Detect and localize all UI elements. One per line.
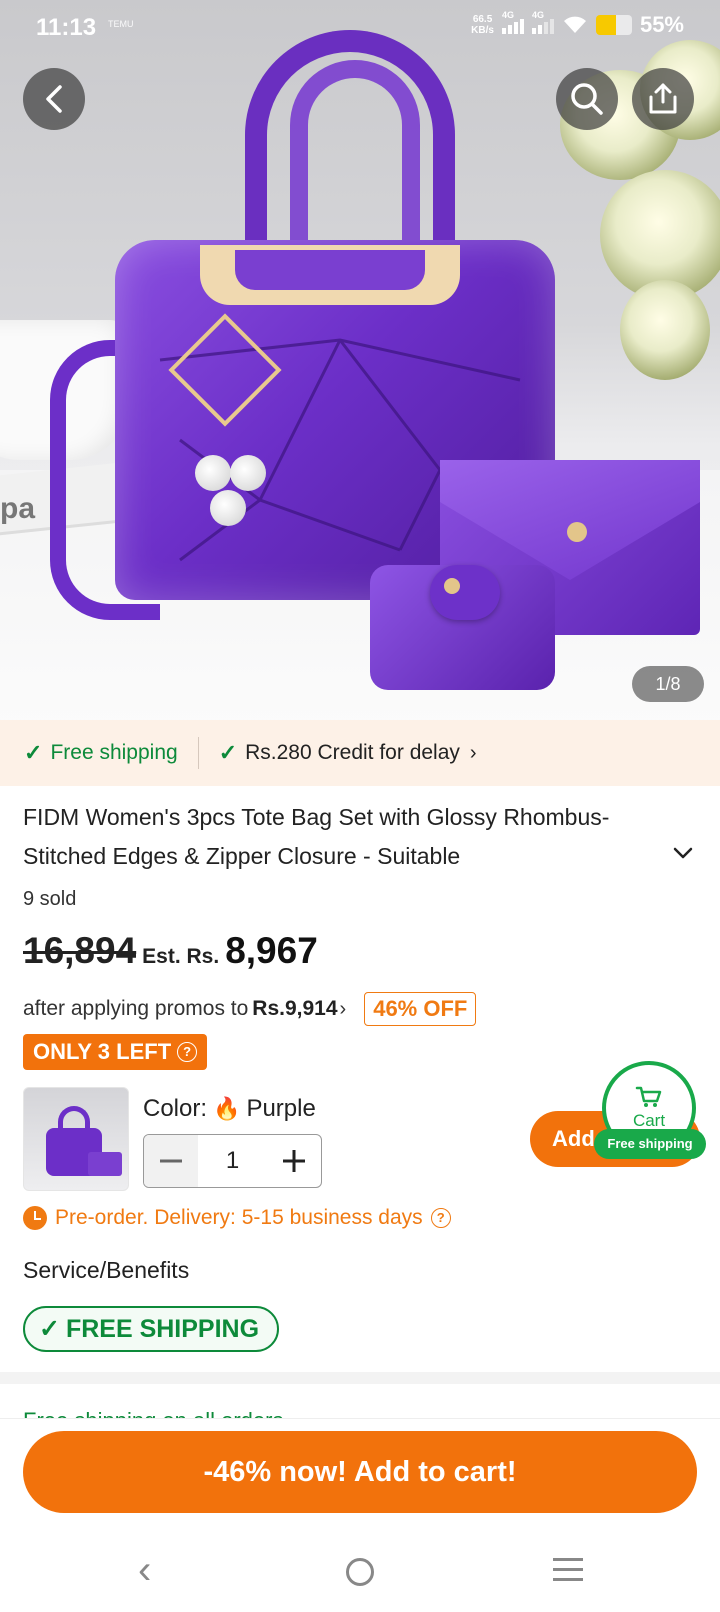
back-button[interactable] xyxy=(23,68,85,130)
expand-title-button[interactable] xyxy=(672,840,694,866)
status-time: 11:13 xyxy=(36,14,97,41)
free-shipping-badge-label: FREE SHIPPING xyxy=(65,1314,260,1343)
battery-icon xyxy=(595,15,632,35)
network-type-2: 4G xyxy=(531,10,544,20)
nav-menu-button[interactable] xyxy=(553,1558,583,1588)
check-icon: ✓ xyxy=(24,740,43,765)
promo-text: after applying promos to xyxy=(23,997,249,1020)
section-divider xyxy=(0,1372,720,1384)
cart-label: Cart xyxy=(632,1111,666,1130)
battery-percentage: 55% xyxy=(639,12,684,37)
discount-badge: 46% OFF xyxy=(364,992,477,1026)
plus-icon xyxy=(283,1150,305,1172)
variant-thumbnail[interactable] xyxy=(23,1087,129,1191)
minus-icon xyxy=(160,1159,182,1163)
divider xyxy=(197,737,199,769)
product-title[interactable]: FIDM Women's 3pcs Tote Bag Set with Glos… xyxy=(23,798,633,878)
original-price: 16,894 xyxy=(23,930,137,971)
system-navigation-bar: ‹ xyxy=(0,1528,720,1612)
service-title: Service/Benefits xyxy=(23,1257,190,1283)
wallet-button xyxy=(567,522,587,542)
price-row: 16,894 Est. Rs. 8,967 xyxy=(23,930,318,972)
sold-count: 9 sold xyxy=(23,888,77,910)
share-button[interactable] xyxy=(632,68,694,130)
back-arrow-icon xyxy=(46,85,62,113)
check-icon: ✓ xyxy=(39,1315,60,1343)
flame-icon: 🔥 xyxy=(213,1096,241,1121)
color-label: Color: xyxy=(143,1095,208,1122)
nav-back-button[interactable]: ‹ xyxy=(138,1550,151,1590)
card-holder-button xyxy=(444,578,460,594)
status-brand: TEMU xyxy=(108,19,134,29)
title-fade xyxy=(560,837,640,876)
stock-badge[interactable]: ONLY 3 LEFT ? xyxy=(23,1034,208,1070)
promo-price: Rs.9,914 xyxy=(252,997,338,1020)
delivery-text: Pre-order. Delivery: 5-15 business days xyxy=(55,1206,423,1229)
free-shipping-info: ✓ Free shipping xyxy=(24,740,178,766)
cart-free-shipping-badge: Free shipping xyxy=(594,1129,706,1159)
estimated-price-label: Est. Rs. xyxy=(142,945,220,968)
image-counter: 1/8 xyxy=(632,666,704,702)
wifi-icon xyxy=(563,16,586,33)
share-icon xyxy=(649,83,677,114)
bag-pompom xyxy=(210,490,246,526)
bag-pompom xyxy=(195,455,231,491)
network-speed-unit: KB/s xyxy=(471,25,494,36)
image-flower xyxy=(620,280,710,380)
add-to-cart-button[interactable]: -46% now! Add to cart! xyxy=(23,1431,697,1513)
promo-row[interactable]: after applying promos to Rs.9,914 › 46% … xyxy=(23,992,477,1026)
bag-pompom xyxy=(230,455,266,491)
network-type-1: 4G xyxy=(501,10,514,20)
signal-icon: 4G xyxy=(501,10,524,34)
chevron-down-icon xyxy=(673,847,693,859)
clock-icon xyxy=(23,1206,47,1230)
color-value: Purple xyxy=(246,1095,316,1122)
status-bar: 11:13 TEMU 66.5 KB/s 4G 4G 55% xyxy=(0,0,720,60)
thumbnail-wallet xyxy=(88,1152,122,1176)
delay-credit-link[interactable]: ✓ Rs.280 Credit for delay › xyxy=(219,740,477,766)
bag-opening xyxy=(235,250,425,290)
chevron-right-icon: › xyxy=(339,997,347,1020)
search-icon xyxy=(571,83,603,115)
nav-home-button[interactable] xyxy=(346,1558,374,1586)
color-selector[interactable]: Color: 🔥 Purple xyxy=(143,1095,316,1123)
bottom-cta-bar: -46% now! Add to cart! xyxy=(0,1418,720,1528)
check-icon: ✓ xyxy=(218,740,238,765)
bag-handle-inner xyxy=(290,60,420,250)
card-holder-tab xyxy=(430,565,500,620)
delivery-info[interactable]: Pre-order. Delivery: 5-15 business days … xyxy=(23,1206,451,1230)
free-shipping-label: Free shipping xyxy=(50,741,178,764)
help-icon: ? xyxy=(177,1042,198,1062)
image-book-text: pa xyxy=(0,492,36,525)
network-speed: 66.5 KB/s xyxy=(471,14,494,36)
search-button[interactable] xyxy=(556,68,618,130)
cart-icon xyxy=(635,1086,662,1107)
estimated-price: 8,967 xyxy=(225,930,318,971)
increase-quantity-button[interactable] xyxy=(267,1135,321,1187)
stock-badge-label: ONLY 3 LEFT xyxy=(33,1039,172,1064)
delay-credit-label: Rs.280 Credit for delay xyxy=(245,741,460,764)
free-shipping-badge[interactable]: ✓ FREE SHIPPING xyxy=(23,1306,280,1352)
quantity-stepper: 1 xyxy=(143,1134,322,1188)
quantity-value[interactable]: 1 xyxy=(198,1147,267,1175)
chevron-right-icon: › xyxy=(469,741,477,764)
status-indicators: 66.5 KB/s 4G 4G 55% xyxy=(471,10,684,38)
help-icon: ? xyxy=(430,1208,451,1228)
shipping-strip[interactable]: ✓ Free shipping ✓ Rs.280 Credit for dela… xyxy=(0,720,720,786)
decrease-quantity-button[interactable] xyxy=(144,1135,198,1187)
signal-icon: 4G xyxy=(531,10,554,34)
network-speed-value: 66.5 xyxy=(472,14,493,25)
